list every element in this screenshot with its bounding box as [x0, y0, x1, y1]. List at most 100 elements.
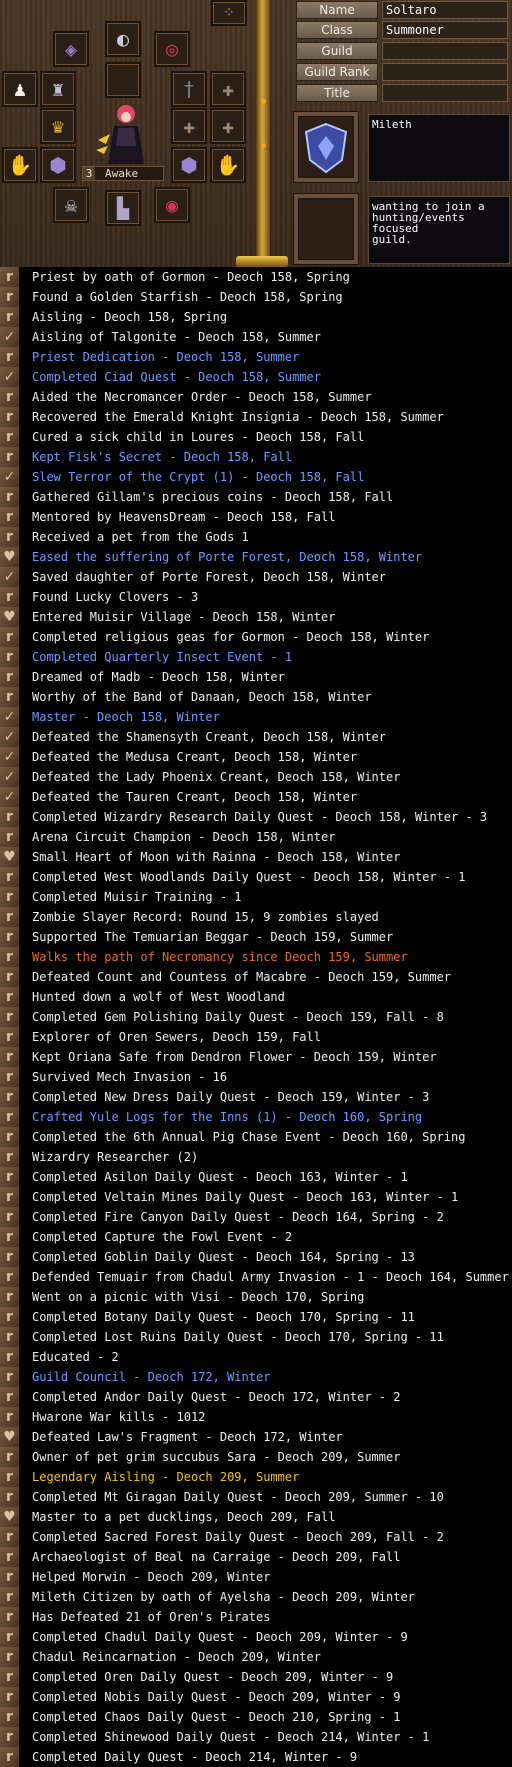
overcoat-slot[interactable]: ♟ — [2, 71, 38, 107]
belt-slot[interactable]: ◉ — [154, 187, 190, 223]
legend-mark-icon: r — [0, 1667, 20, 1687]
boots-slot[interactable]: ▙ — [105, 190, 141, 226]
legend-text: Completed Shinewood Daily Quest - Deoch … — [32, 1730, 430, 1744]
legend-mark-icon: r — [0, 967, 20, 987]
legend-mark-icon: r — [0, 947, 20, 967]
left-gauntlet-slot[interactable]: ✋ — [2, 147, 38, 183]
legend-text: Gathered Gillam's precious coins - Deoch… — [32, 490, 394, 504]
legend-text: Eased the suffering of Porte Forest, Deo… — [32, 550, 423, 564]
right-shield-slot[interactable]: ⬢ — [171, 147, 207, 183]
legend-row: r Went on a picnic with Visi - Deoch 170,… — [0, 1287, 512, 1307]
gold-crown-icon: ♛ — [51, 114, 65, 138]
legend-row: ✓ Defeated the Shamensyth Creant, Deoch 1… — [0, 727, 512, 747]
menu-slot[interactable]: ⁘ — [211, 0, 247, 26]
legend-text: Hunted down a wolf of West Woodland — [32, 990, 285, 1004]
legend-text: Supported The Temuarian Beggar - Deoch 1… — [32, 930, 394, 944]
legend-text: Defeated the Medusa Creant, Deoch 158, W… — [32, 750, 358, 764]
legend-text: Completed Sacred Forest Daily Quest - De… — [32, 1530, 444, 1544]
legend-row: r Completed Muisir Training - 1 — [0, 887, 512, 907]
legend-row: ♥ Defeated Law's Fragment - Deoch 172, Wi… — [0, 1427, 512, 1447]
right-gauntlet-slot[interactable]: ✋ — [210, 147, 246, 183]
legend-row: r Completed Chaos Daily Quest - Deoch 210… — [0, 1707, 512, 1727]
legend-text: Saved daughter of Porte Forest, Deoch 15… — [32, 570, 387, 584]
legend-row: ✓ Defeated the Lady Phoenix Creant, Deoch… — [0, 767, 512, 787]
legend-mark-icon: r — [0, 407, 20, 427]
legend-row: r Mileth Citizen by oath of Ayelsha - Deo… — [0, 1587, 512, 1607]
legend-text: Explorer of Oren Sewers, Deoch 159, Fall — [32, 1030, 321, 1044]
legend-text: Completed West Woodlands Daily Quest - D… — [32, 870, 466, 884]
legend-row: ✓ Aisling of Talgonite - Deoch 158, Summe… — [0, 327, 512, 347]
legend-mark-icon: r — [0, 267, 20, 287]
legend-row: r Completed Chadul Daily Quest - Deoch 20… — [0, 1627, 512, 1647]
legend-text: Completed Chadul Daily Quest - Deoch 209… — [32, 1630, 408, 1644]
left-shield-slot[interactable]: ⬢ — [40, 147, 76, 183]
ring-icon: ◐ — [116, 27, 130, 51]
legend-text: Received a pet from the Gods 1 — [32, 530, 249, 544]
legend-mark-icon: r — [0, 1327, 20, 1347]
legend-text: Completed Capture the Fowl Event - 2 — [32, 1230, 293, 1244]
helm-slot[interactable]: ◈ — [53, 31, 89, 67]
check-mark-icon: ✓ — [0, 747, 20, 767]
legend-mark-icon: r — [0, 1647, 20, 1667]
shadow-icon: ✚ — [221, 77, 235, 101]
legend-mark-icon: r — [0, 1627, 20, 1647]
legend-mark-icon: r — [0, 1607, 20, 1627]
empty-slot[interactable] — [105, 62, 141, 98]
earring-slot[interactable]: ◐ — [105, 21, 141, 57]
title-label: Title — [296, 84, 378, 102]
check-mark-icon: ✓ — [0, 707, 20, 727]
legend-mark-icon: r — [0, 1187, 20, 1207]
legend-row: r Hwarone War kills - 1012 — [0, 1407, 512, 1427]
legend-text: Completed Botany Daily Quest - Deoch 170… — [32, 1310, 415, 1324]
legend-mark-icon: r — [0, 427, 20, 447]
accessory-slot[interactable]: ☠ — [53, 187, 89, 223]
legend-row: r Completed Veltain Mines Daily Quest - D… — [0, 1187, 512, 1207]
legend-mark-icon: r — [0, 647, 20, 667]
guild-label: Guild — [296, 42, 378, 60]
legend-text: Defeated the Shamensyth Creant, Deoch 15… — [32, 730, 387, 744]
legend-mark-icon: r — [0, 807, 20, 827]
legend-text: Completed Lost Ruins Daily Quest - Deoch… — [32, 1330, 444, 1344]
heart-mark-icon: ♥ — [0, 1507, 20, 1527]
legend-text: Defeated the Lady Phoenix Creant, Deoch … — [32, 770, 401, 784]
legend-row: ✓ Slew Terror of the Crypt (1) - Deoch 15… — [0, 467, 512, 487]
class-label: Class — [296, 21, 378, 39]
crown-slot[interactable]: ♛ — [40, 108, 76, 144]
legend-row: r Received a pet from the Gods 1 — [0, 527, 512, 547]
legend-row: r Completed New Dress Daily Quest - Deoch… — [0, 1087, 512, 1107]
legend-mark-icon: r — [0, 1247, 20, 1267]
armor-slot[interactable]: ♜ — [40, 71, 76, 107]
legend-row: r Completed Fire Canyon Daily Quest - Deo… — [0, 1207, 512, 1227]
legend-text: Master - Deoch 158, Winter — [32, 710, 220, 724]
legend-row: r Defeated Count and Countess of Macabre … — [0, 967, 512, 987]
legend-mark-icon: r — [0, 1107, 20, 1127]
legend-mark-icon: r — [0, 1287, 20, 1307]
legend-mark-icon: r — [0, 587, 20, 607]
legend-row: r Helped Morwin - Deoch 209, Winter — [0, 1567, 512, 1587]
shadow-slot-1[interactable]: ✚ — [210, 71, 246, 107]
legend-row: r Walks the path of Necromancy since Deoc… — [0, 947, 512, 967]
legend-row: r Completed Gem Polishing Daily Quest - D… — [0, 1007, 512, 1027]
legend-text: Completed Goblin Daily Quest - Deoch 164… — [32, 1250, 415, 1264]
legend-text: Completed Muisir Training - 1 — [32, 890, 242, 904]
legend-mark-icon: r — [0, 687, 20, 707]
heart-mark-icon: ♥ — [0, 607, 20, 627]
boots-icon: ▙ — [116, 196, 130, 220]
name-field: Soltaro — [382, 1, 508, 19]
title-field — [382, 84, 508, 102]
weapon-slot[interactable]: † — [171, 71, 207, 107]
legend-mark-icon: r — [0, 1567, 20, 1587]
necklace-slot[interactable]: ◎ — [154, 31, 190, 67]
nation-emblem-icon — [304, 122, 348, 174]
shadow-slot-2[interactable]: ✚ — [171, 108, 207, 144]
legend-mark-icon: r — [0, 1207, 20, 1227]
legend-text: Mentored by HeavensDream - Deoch 158, Fa… — [32, 510, 336, 524]
legend-mark-icon: r — [0, 1687, 20, 1707]
legend-text: Went on a picnic with Visi - Deoch 170, … — [32, 1290, 365, 1304]
ruby-belt-icon: ◉ — [165, 193, 179, 217]
legend-row: r Completed Andor Daily Quest - Deoch 172… — [0, 1387, 512, 1407]
legend-row: r Recovered the Emerald Knight Insignia -… — [0, 407, 512, 427]
legend-row: r Survived Mech Invasion - 16 — [0, 1067, 512, 1087]
shadow-slot-3[interactable]: ✚ — [210, 108, 246, 144]
legend-mark-icon: r — [0, 287, 20, 307]
